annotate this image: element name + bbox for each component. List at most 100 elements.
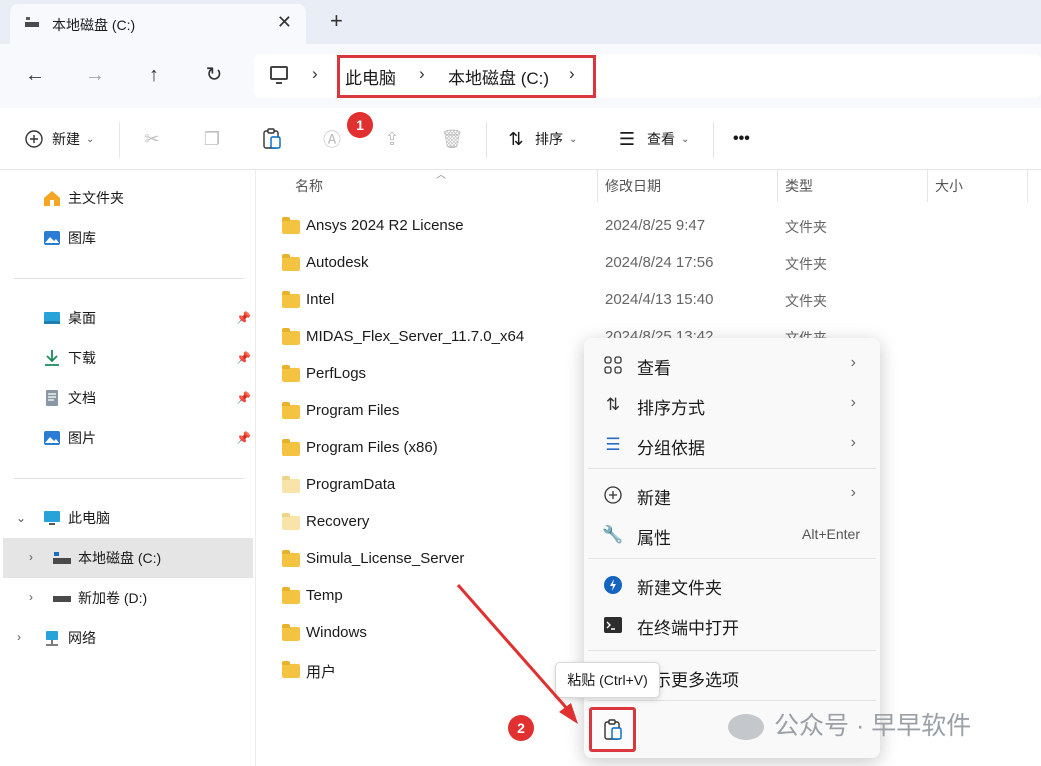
sidebar-item-this-pc[interactable]: 此电脑	[0, 498, 253, 538]
sidebar-item-label: 本地磁盘 (C:)	[78, 550, 162, 566]
file-name: Ansys 2024 R2 License	[306, 217, 464, 234]
menu-item-sort-by[interactable]: ⇅ 排序方式 ›	[584, 384, 880, 424]
divider	[713, 122, 714, 158]
new-tab-button[interactable]: +	[330, 8, 343, 34]
shortcut-text: Alt+Enter	[802, 526, 860, 542]
sort-button[interactable]: ⇅ 排序 ⌄	[504, 127, 577, 151]
menu-item-new-folder[interactable]: 新建文件夹	[584, 564, 880, 604]
column-divider[interactable]	[777, 170, 778, 202]
grid-icon	[602, 354, 624, 376]
column-header-type[interactable]: 类型	[785, 170, 813, 202]
menu-item-group-by[interactable]: ☰ 分组依据 ›	[584, 424, 880, 464]
sidebar-item-label: 图库	[68, 230, 96, 246]
chevron-right-icon[interactable]: ›	[312, 64, 318, 84]
sort-icon: ⇅	[605, 395, 621, 414]
sidebar-item-network[interactable]: › 网络	[0, 618, 253, 658]
cut-button[interactable]: ✂	[140, 127, 164, 151]
column-header-modified[interactable]: 修改日期	[605, 170, 661, 202]
pin-icon[interactable]: 📌	[236, 431, 251, 445]
tab-title: 本地磁盘 (C:)	[52, 17, 136, 33]
refresh-button[interactable]: ↻	[199, 60, 229, 90]
menu-item-open-terminal[interactable]: 在终端中打开	[584, 604, 880, 644]
divider	[14, 478, 244, 479]
pin-icon[interactable]: 📌	[236, 391, 251, 405]
paste-quick-action-button[interactable]	[589, 707, 636, 752]
sidebar-item-home[interactable]: 主文件夹	[0, 178, 253, 218]
tab-local-disk[interactable]: 本地磁盘 (C:) ✕	[10, 4, 306, 44]
sort-ascending-icon: ︿	[436, 170, 446, 181]
column-header-name[interactable]: 名称	[295, 170, 323, 202]
folder-icon	[282, 254, 300, 271]
divider	[14, 278, 244, 279]
plus-circle-icon	[602, 484, 624, 506]
pin-icon[interactable]: 📌	[236, 351, 251, 365]
network-icon	[42, 628, 62, 648]
close-tab-button[interactable]: ✕	[277, 12, 292, 33]
column-divider[interactable]	[1027, 170, 1028, 202]
column-header-size[interactable]: 大小	[935, 170, 963, 202]
file-row[interactable]: Intel 2024/4/13 15:40 文件夹	[270, 282, 1041, 319]
sidebar-item-new-d[interactable]: › 新加卷 (D:)	[0, 578, 253, 618]
view-label: 查看	[647, 131, 675, 147]
divider	[588, 700, 876, 701]
file-name: Program Files	[306, 402, 400, 419]
clipboard-icon	[603, 718, 622, 740]
chevron-right-icon[interactable]: ›	[17, 630, 21, 644]
view-button[interactable]: ☰ 查看 ⌄	[615, 127, 689, 151]
sidebar-item-label: 图片	[68, 430, 96, 446]
file-type: 文件夹	[785, 256, 827, 272]
sidebar-item-label: 文档	[68, 390, 96, 406]
folder-icon	[282, 661, 300, 678]
file-name: Intel	[306, 291, 335, 308]
chevron-down-icon: ⌄	[86, 133, 95, 145]
file-row[interactable]: Autodesk 2024/8/24 17:56 文件夹	[270, 245, 1041, 282]
sidebar-item-gallery[interactable]: 图库	[0, 218, 253, 258]
sidebar-item-pictures[interactable]: 图片 📌	[0, 418, 253, 458]
download-icon	[42, 348, 62, 368]
sidebar-item-documents[interactable]: 文档 📌	[0, 378, 253, 418]
sidebar-item-downloads[interactable]: 下载 📌	[0, 338, 253, 378]
folder-icon	[282, 328, 300, 345]
folder-icon	[282, 365, 300, 382]
new-folder-icon	[602, 574, 624, 596]
copy-button[interactable]: ❐	[200, 127, 224, 151]
scissors-icon: ✂	[144, 128, 160, 149]
back-button[interactable]: ←	[20, 60, 50, 90]
menu-item-label: 分组依据	[637, 439, 705, 458]
share-icon: ⇪	[384, 128, 400, 149]
up-button[interactable]: ↑	[139, 60, 169, 90]
chevron-down-icon: ⌄	[569, 133, 578, 145]
file-name: Program Files (x86)	[306, 439, 438, 456]
sidebar-item-desktop[interactable]: 桌面 📌	[0, 298, 253, 338]
file-row[interactable]: Ansys 2024 R2 License 2024/8/25 9:47 文件夹	[270, 208, 1041, 245]
pin-icon[interactable]: 📌	[236, 311, 251, 325]
sidebar-item-label: 新加卷 (D:)	[78, 590, 148, 606]
gallery-icon	[42, 228, 62, 248]
delete-button[interactable]: 🗑	[440, 127, 464, 151]
column-divider[interactable]	[597, 170, 598, 202]
menu-item-new[interactable]: 新建 ›	[584, 474, 880, 514]
drive-icon	[52, 548, 72, 568]
sidebar-item-local-c[interactable]: › 本地磁盘 (C:)	[3, 538, 253, 578]
share-button[interactable]: ⇪	[380, 127, 404, 151]
chevron-right-icon[interactable]: ›	[29, 550, 33, 564]
chevron-right-icon[interactable]: ›	[29, 590, 33, 604]
command-bar: 新建 ⌄ ✂ ❐ Ⓐ ⇪ 🗑 ⇅ 排序 ⌄ ☰ 查看 ⌄ •••	[0, 108, 1041, 170]
paste-button[interactable]	[260, 127, 284, 151]
file-type: 文件夹	[785, 219, 827, 235]
new-button[interactable]: 新建 ⌄	[22, 127, 94, 151]
menu-item-properties[interactable]: 🔧 属性 Alt+Enter	[584, 514, 880, 554]
column-divider[interactable]	[927, 170, 928, 202]
chevron-down-icon: ⌄	[681, 133, 690, 145]
file-name: Recovery	[306, 513, 370, 530]
menu-item-label: 排序方式	[637, 399, 705, 418]
more-options-button[interactable]: •••	[733, 127, 750, 151]
menu-item-view[interactable]: 查看 ›	[584, 344, 880, 384]
forward-button[interactable]: →	[80, 60, 110, 90]
paste-tooltip: 粘贴 (Ctrl+V)	[555, 662, 660, 698]
menu-item-label: 在终端中打开	[637, 619, 739, 638]
rename-button[interactable]: Ⓐ	[320, 127, 344, 151]
home-icon	[42, 188, 62, 208]
file-name: PerfLogs	[306, 365, 367, 382]
folder-icon	[282, 476, 300, 493]
